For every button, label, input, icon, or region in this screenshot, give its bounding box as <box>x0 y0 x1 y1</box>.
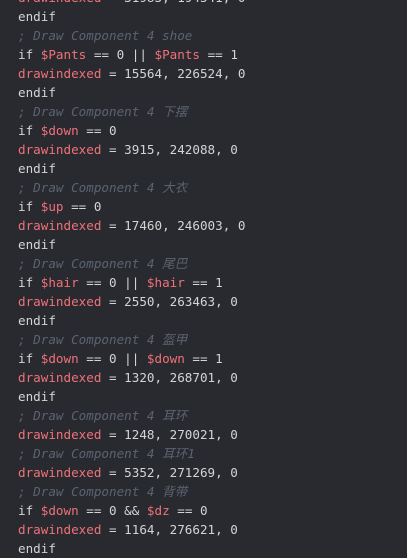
code-operator: == 0 <box>78 123 117 138</box>
code-operator: == 0 <box>169 503 208 518</box>
code-line[interactable]: ; Draw Component 4 下摆 <box>0 102 407 121</box>
code-variable: $hair <box>40 275 79 290</box>
code-keyword: endif <box>18 541 56 556</box>
code-line[interactable]: ; Draw Component 4 耳环 <box>0 406 407 425</box>
code-arguments: = 1320, 268701, 0 <box>101 370 238 385</box>
code-comment: ; Draw Component 4 盔甲 <box>18 332 188 347</box>
code-comment: ; Draw Component 4 耳环1 <box>18 446 195 461</box>
code-line[interactable]: endif <box>0 311 407 330</box>
code-command: drawindexed <box>18 218 102 233</box>
code-operator: == 1 <box>200 47 238 62</box>
code-command: drawindexed <box>18 294 102 309</box>
code-command: drawindexed <box>18 370 102 385</box>
code-operator: == 0 && <box>78 503 147 518</box>
code-line[interactable]: drawindexed = 2550, 263463, 0 <box>0 292 407 311</box>
code-command: drawindexed <box>18 0 101 5</box>
code-line[interactable]: drawindexed = 1164, 276621, 0 <box>0 520 407 539</box>
code-variable: $up <box>40 199 64 214</box>
code-keyword: endif <box>18 85 56 100</box>
code-arguments: = 5352, 271269, 0 <box>101 465 238 480</box>
code-comment: ; Draw Component 4 尾巴 <box>18 256 188 271</box>
code-keyword: endif <box>18 237 56 252</box>
code-editor[interactable]: drawindexed = 31983, 194541, 0 endif ; Dra… <box>0 0 407 558</box>
code-variable: $down <box>40 351 79 366</box>
code-keyword: if <box>18 275 41 290</box>
code-variable: $Pants <box>40 47 87 62</box>
code-keyword: if <box>18 503 41 518</box>
code-keyword: if <box>18 351 41 366</box>
code-operator: == 1 <box>184 351 223 366</box>
code-command: drawindexed <box>18 465 102 480</box>
code-command: drawindexed <box>18 66 102 81</box>
code-line[interactable]: drawindexed = 17460, 246003, 0 <box>0 216 407 235</box>
code-line[interactable]: endif <box>0 387 407 406</box>
code-arguments: = 17460, 246003, 0 <box>101 218 246 233</box>
code-line[interactable]: drawindexed = 15564, 226524, 0 <box>0 64 407 83</box>
code-line[interactable]: ; Draw Component 4 背带 <box>0 482 407 501</box>
code-comment: ; Draw Component 4 shoe <box>18 28 193 43</box>
code-line[interactable]: ; Draw Component 4 盔甲 <box>0 330 407 349</box>
code-variable: $hair <box>146 275 185 290</box>
code-variable: $dz <box>146 503 170 518</box>
code-operator: == 0 || <box>78 275 147 290</box>
code-comment: ; Draw Component 4 背带 <box>18 484 188 499</box>
code-keyword: endif <box>18 389 56 404</box>
code-line[interactable]: ; Draw Component 4 尾巴 <box>0 254 407 273</box>
code-line[interactable]: if $down == 0 && $dz == 0 <box>0 501 407 520</box>
code-line[interactable]: drawindexed = 1248, 270021, 0 <box>0 425 407 444</box>
code-line[interactable]: if $up == 0 <box>0 197 407 216</box>
code-arguments: = 1248, 270021, 0 <box>101 427 238 442</box>
code-operator: == 0 || <box>78 351 147 366</box>
code-line[interactable]: drawindexed = 5352, 271269, 0 <box>0 463 407 482</box>
code-variable: $down <box>40 503 79 518</box>
code-line[interactable]: if $hair == 0 || $hair == 1 <box>0 273 407 292</box>
code-keyword: endif <box>18 313 56 328</box>
code-arguments: = 31983, 194541, 0 <box>101 0 245 5</box>
code-line[interactable]: ; Draw Component 4 大衣 <box>0 178 407 197</box>
code-keyword: if <box>18 199 41 214</box>
code-line[interactable]: ; Draw Component 4 shoe <box>0 26 407 45</box>
code-variable: $Pants <box>154 47 201 62</box>
code-operator: == 1 <box>184 275 223 290</box>
code-operator: == 0 || <box>86 47 155 62</box>
code-operator: == 0 <box>63 199 102 214</box>
code-line[interactable]: endif <box>0 539 407 558</box>
code-line[interactable]: endif <box>0 83 407 102</box>
code-keyword: if <box>18 47 41 62</box>
code-line[interactable]: ; Draw Component 4 耳环1 <box>0 444 407 463</box>
code-keyword: endif <box>18 9 56 24</box>
code-line[interactable]: if $down == 0 <box>0 121 407 140</box>
code-arguments: = 15564, 226524, 0 <box>101 66 246 81</box>
code-keyword: if <box>18 123 41 138</box>
code-line[interactable]: endif <box>0 235 407 254</box>
code-arguments: = 1164, 276621, 0 <box>101 522 238 537</box>
code-line[interactable]: if $Pants == 0 || $Pants == 1 <box>0 45 407 64</box>
code-comment: ; Draw Component 4 大衣 <box>18 180 188 195</box>
code-line[interactable]: if $down == 0 || $down == 1 <box>0 349 407 368</box>
code-command: drawindexed <box>18 142 102 157</box>
code-arguments: = 3915, 242088, 0 <box>101 142 238 157</box>
code-command: drawindexed <box>18 427 102 442</box>
code-line[interactable]: drawindexed = 3915, 242088, 0 <box>0 140 407 159</box>
code-keyword: endif <box>18 161 56 176</box>
code-line[interactable]: drawindexed = 1320, 268701, 0 <box>0 368 407 387</box>
code-variable: $down <box>40 123 79 138</box>
code-comment: ; Draw Component 4 耳环 <box>18 408 188 423</box>
code-line[interactable]: drawindexed = 31983, 194541, 0 <box>0 0 407 7</box>
code-comment: ; Draw Component 4 下摆 <box>18 104 188 119</box>
code-line[interactable]: endif <box>0 7 407 26</box>
code-arguments: = 2550, 263463, 0 <box>101 294 238 309</box>
code-line[interactable]: endif <box>0 159 407 178</box>
code-variable: $down <box>146 351 185 366</box>
code-command: drawindexed <box>18 522 102 537</box>
